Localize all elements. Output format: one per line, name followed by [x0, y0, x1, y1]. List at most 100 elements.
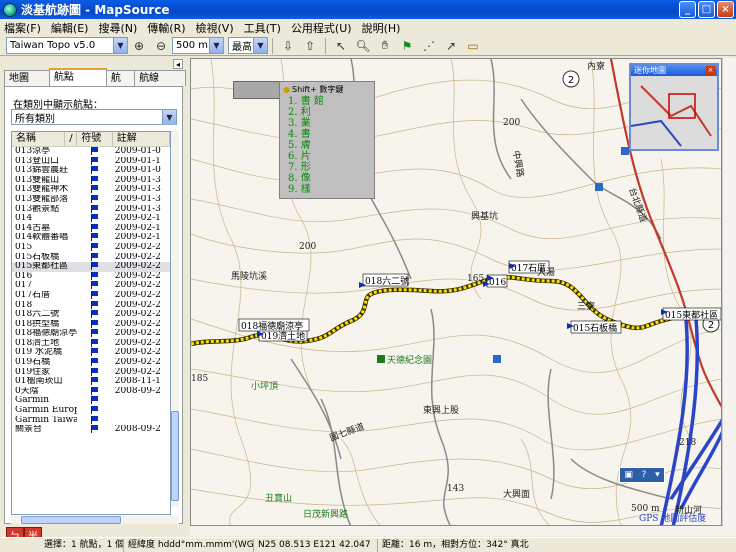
poi-icon[interactable]: [493, 355, 501, 363]
ime-candidate[interactable]: 9. 樣: [280, 184, 374, 195]
category-select[interactable]: 所有類別 ▼: [11, 109, 177, 125]
map-waypoint-label: 018福德廟涼亭: [241, 320, 303, 332]
table-row[interactable]: 019住家 2009-02-2: [12, 367, 170, 378]
status-distance: 距離：16 m，相對方位：342° 真北: [382, 539, 529, 550]
ime-candidate[interactable]: 4. 書: [280, 129, 374, 140]
select-tool-icon[interactable]: ↖: [333, 38, 349, 54]
table-row[interactable]: 014古墓 2009-02-1: [12, 223, 170, 234]
menu-transfer[interactable]: 傳輸(R): [147, 20, 185, 36]
waypoint-comment: 2009-02-2: [114, 329, 161, 339]
column-sort[interactable]: /: [65, 132, 78, 146]
minimap-close-icon[interactable]: ×: [706, 66, 715, 75]
zoom-tool-icon[interactable]: 🔍︎: [355, 38, 371, 54]
ime-candidate[interactable]: 8. 像: [280, 173, 374, 184]
table-row[interactable]: 015東都社區 2009-02-2: [12, 262, 170, 272]
table-row[interactable]: 017石厝 2009-02-2: [12, 290, 170, 301]
menu-view[interactable]: 檢視(V): [196, 20, 234, 36]
ime-candidate[interactable]: 5. 膚: [280, 140, 374, 151]
table-row[interactable]: 015 2009-02-2: [12, 242, 170, 253]
table-row[interactable]: 018 2009-02-2: [12, 300, 170, 311]
table-row[interactable]: 013涼亭 2009-01-0: [12, 147, 170, 157]
table-row[interactable]: 013登山口 2009-01-1: [12, 156, 170, 167]
poi-icon[interactable]: [377, 355, 385, 363]
menu-edit[interactable]: 編輯(E): [51, 20, 89, 36]
scroll-thumb[interactable]: [21, 516, 121, 524]
list-horizontal-scrollbar[interactable]: [11, 516, 179, 524]
map-view[interactable]: 2 2 018六二號 017石厝 016 015石板橋 015東都社區 019濟…: [190, 58, 722, 526]
table-row[interactable]: 017 2009-02-2: [12, 281, 170, 291]
scroll-thumb[interactable]: [171, 411, 179, 501]
table-row[interactable]: 關景台 2008-09-2: [12, 425, 170, 435]
print-icon[interactable]: ▣: [624, 470, 633, 480]
minimap[interactable]: 迷你地圖 ×: [629, 63, 719, 151]
ime-candidate[interactable]: 6. 片: [280, 151, 374, 162]
menu-file[interactable]: 檔案(F): [4, 20, 41, 36]
chevron-down-icon[interactable]: ▾: [655, 470, 660, 480]
table-row[interactable]: 018濟土地 2009-02-2: [12, 338, 170, 349]
waypoint-name: 017: [15, 281, 33, 291]
zoom-in-icon[interactable]: ⊕: [131, 38, 147, 54]
menu-utilities[interactable]: 公用程式(U): [291, 20, 352, 36]
detail-select[interactable]: 最高 ▼: [228, 37, 268, 54]
table-row[interactable]: 018福德廟涼亭 2009-02-2: [12, 329, 170, 339]
map-vertical-scrollbar[interactable]: [722, 58, 736, 526]
minimize-button[interactable]: _: [679, 1, 696, 18]
column-name[interactable]: 名稱: [12, 132, 66, 146]
table-row[interactable]: 019石橋 2009-02-2: [12, 358, 170, 368]
place-label: 興基坑: [471, 210, 498, 222]
poi-icon[interactable]: [595, 183, 603, 191]
table-row[interactable]: 013觀景點 2009-01-3: [12, 204, 170, 215]
table-row[interactable]: 016 2009-02-2: [12, 271, 170, 282]
menu-help[interactable]: 說明(H): [362, 20, 401, 36]
pan-tool-icon[interactable]: ✋︎: [377, 38, 393, 54]
poi-icon[interactable]: [621, 147, 629, 155]
ime-candidate[interactable]: 7. 形: [280, 162, 374, 173]
menu-tools[interactable]: 工具(T): [244, 20, 281, 36]
column-comment[interactable]: 註解: [113, 132, 170, 146]
map-product-select[interactable]: Taiwan Topo v5.0 ▼: [6, 37, 128, 54]
table-row[interactable]: Garmin: [12, 396, 170, 406]
help-icon[interactable]: ?: [642, 470, 647, 480]
distance-tool-icon[interactable]: ▭: [465, 38, 481, 54]
ime-candidate[interactable]: 2. 利: [280, 107, 374, 118]
table-row[interactable]: 0天陰 2008-09-2: [12, 386, 170, 397]
collapse-panel-button[interactable]: ◂: [173, 59, 183, 69]
table-row[interactable]: 014 2009-02-1: [12, 214, 170, 224]
table-row[interactable]: 01楹南崁山 2008-11-1: [12, 377, 170, 387]
table-row[interactable]: 013雙龍部落 2009-01-3: [12, 194, 170, 205]
waypoint-comment: 2009-01-3: [114, 175, 161, 185]
waypoint-comment: 2009-02-2: [114, 367, 161, 377]
ime-candidate[interactable]: 1. 書 館: [280, 96, 374, 107]
maximize-button[interactable]: □: [698, 1, 715, 18]
table-row[interactable]: Garmin Europe: [12, 406, 170, 416]
table-row[interactable]: 014軟體番唱 2009-02-1: [12, 233, 170, 243]
zoom-out-icon[interactable]: ⊖: [153, 38, 169, 54]
send-to-device-icon[interactable]: ⇧: [302, 38, 318, 54]
ime-candidate[interactable]: 3. 業: [280, 118, 374, 129]
column-symbol[interactable]: 符號: [77, 132, 113, 146]
tab-waypoints[interactable]: 航點 (108): [48, 68, 107, 98]
tab-maps[interactable]: 地圖 (1): [4, 70, 50, 99]
receive-from-device-icon[interactable]: ⇩: [280, 38, 296, 54]
ime-candidate-panel[interactable]: ● Shift+ 數字鍵 1. 書 館 2. 利 3. 業 4. 書 5. 膚 …: [279, 81, 375, 199]
menu-find[interactable]: 搜尋(N): [98, 20, 137, 36]
table-row[interactable]: 018拱型橋 2009-02-2: [12, 319, 170, 330]
tab-tracks[interactable]: 航跡: [105, 70, 136, 99]
waypoint-tool-icon[interactable]: ⚑: [399, 38, 415, 54]
table-row[interactable]: 013錦雲農莊 2009-01-0: [12, 166, 170, 176]
pointer-tool-icon[interactable]: ↗: [443, 38, 459, 54]
map-control-panel[interactable]: ▣ ? ▾: [619, 467, 665, 483]
table-row[interactable]: 018六二號 2009-02-2: [12, 310, 170, 320]
waypoint-name: 018: [15, 300, 33, 310]
close-button[interactable]: ×: [717, 1, 734, 18]
list-vertical-scrollbar[interactable]: [171, 131, 179, 507]
tab-routes[interactable]: 航線 (22): [134, 70, 186, 99]
route-tool-icon[interactable]: ⋰: [421, 38, 437, 54]
map-horizontal-scrollbar[interactable]: [190, 526, 736, 536]
table-row[interactable]: 019 水泥橋 2009-02-2: [12, 348, 170, 358]
table-row[interactable]: 013雙龍神木 2009-01-3: [12, 185, 170, 195]
table-row[interactable]: Garmin Taiwan: [12, 415, 170, 426]
table-row[interactable]: 015石板橋 2009-02-2: [12, 252, 170, 263]
zoom-scale-select[interactable]: 500 m ▼: [172, 37, 224, 54]
table-row[interactable]: 013雙龍山 2009-01-3: [12, 175, 170, 186]
